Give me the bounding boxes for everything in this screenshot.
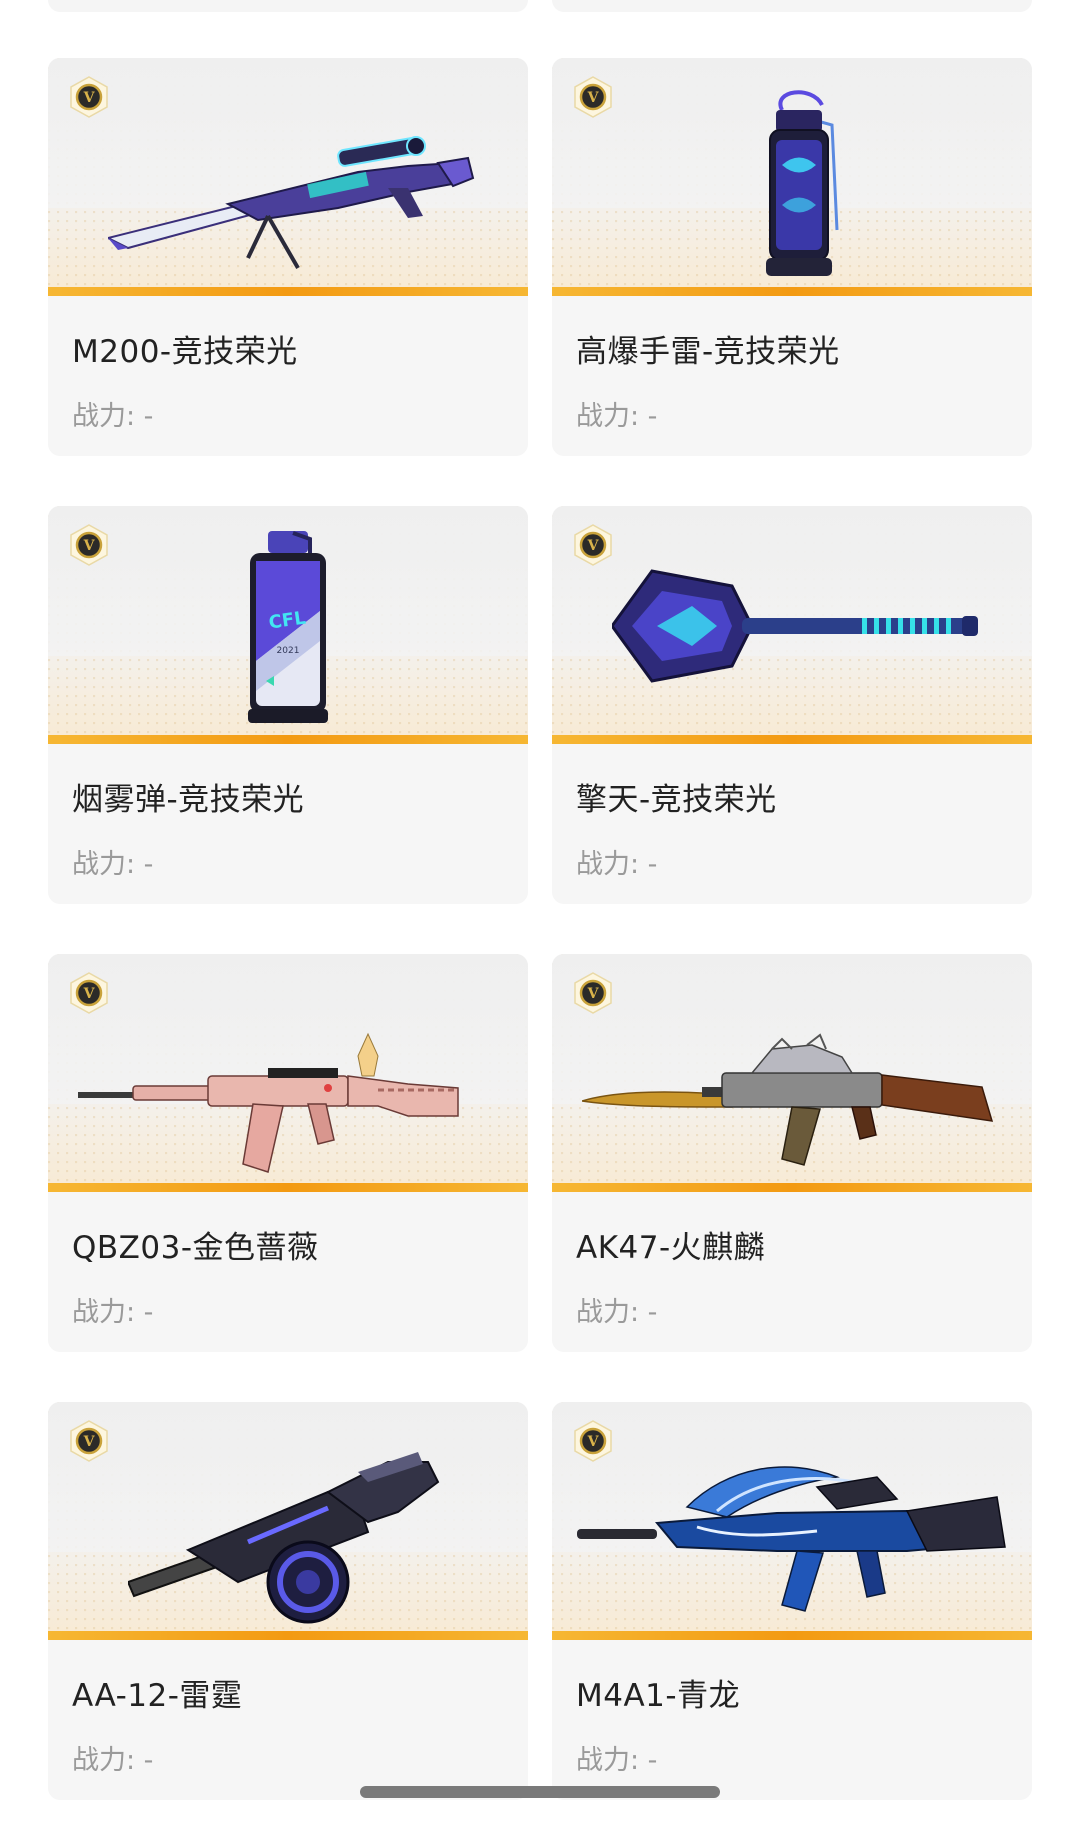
weapon-power: 战力: -	[576, 401, 658, 432]
weapon-image-area: V	[552, 506, 1032, 744]
svg-text:V: V	[587, 986, 600, 1002]
v-rank-badge-icon: V	[574, 76, 612, 118]
rarity-accent-bar	[552, 1631, 1032, 1640]
weapon-image-area: V	[48, 954, 528, 1192]
weapon-power: 战力: -	[576, 1745, 658, 1776]
drum-shotgun-icon	[128, 1452, 440, 1624]
weapon-card[interactable]: V AA-12-雷霆 战力: -	[48, 1402, 528, 1800]
weapon-image-area: V	[552, 1402, 1032, 1640]
weapon-name: QBZ03-金色蔷薇	[72, 1230, 319, 1266]
weapon-name: AA-12-雷霆	[72, 1678, 243, 1714]
weapon-power: 战力: -	[72, 401, 154, 432]
rarity-accent-bar	[552, 1183, 1032, 1192]
weapon-power: 战力: -	[576, 849, 658, 880]
weapon-power: 战力: -	[72, 1297, 154, 1328]
svg-text:V: V	[83, 986, 96, 1002]
v-rank-badge-icon: V	[574, 524, 612, 566]
weapon-name: AK47-火麒麟	[576, 1230, 766, 1266]
svg-text:V: V	[587, 90, 600, 106]
weapon-power: 战力: -	[72, 849, 154, 880]
svg-text:V: V	[587, 1434, 600, 1450]
weapon-image-area: V	[48, 1402, 528, 1640]
cropped-card-top-right	[552, 0, 1032, 12]
svg-text:V: V	[83, 538, 96, 554]
rarity-accent-bar	[552, 735, 1032, 744]
smoke-grenade-icon: CFL 2021	[248, 531, 328, 723]
weapon-image-area: V	[48, 58, 528, 296]
v-rank-badge-icon: V	[574, 1420, 612, 1462]
weapon-name: 烟雾弹-竞技荣光	[72, 782, 305, 818]
home-indicator-bar[interactable]	[360, 1786, 720, 1798]
weapon-name: 高爆手雷-竞技荣光	[576, 334, 840, 370]
weapon-grid: V M200-竞技荣光 战力: - V 高爆手雷-竞技荣光 战力: - V CF…	[48, 58, 1032, 1800]
v-rank-badge-icon: V	[574, 972, 612, 1014]
rarity-accent-bar	[48, 1631, 528, 1640]
svg-text:2021: 2021	[277, 646, 300, 656]
weapon-image-area: V	[552, 954, 1032, 1192]
grenade-icon	[766, 90, 839, 276]
weapon-name: 擎天-竞技荣光	[576, 782, 777, 818]
ak47-golden-icon	[582, 1033, 994, 1166]
weapon-name: M4A1-青龙	[576, 1678, 741, 1714]
v-rank-badge-icon: V	[70, 972, 108, 1014]
assault-rifle-pink-icon	[78, 1032, 459, 1173]
v-rank-badge-icon: V	[70, 1420, 108, 1462]
svg-text:V: V	[587, 538, 600, 554]
weapon-power: 战力: -	[72, 1745, 154, 1776]
v-rank-badge-icon: V	[70, 524, 108, 566]
v-rank-badge-icon: V	[70, 76, 108, 118]
rarity-accent-bar	[48, 287, 528, 296]
cropped-card-top-left	[48, 0, 528, 12]
svg-text:V: V	[83, 90, 96, 106]
sniper-rifle-icon	[108, 136, 475, 269]
weapon-image-area: V CFL 2021	[48, 506, 528, 744]
weapon-name: M200-竞技荣光	[72, 334, 298, 370]
weapon-inventory-page: V M200-竞技荣光 战力: - V 高爆手雷-竞技荣光 战力: - V CF…	[0, 0, 1080, 1822]
rarity-accent-bar	[48, 735, 528, 744]
weapon-card[interactable]: V CFL 2021 烟雾弹-竞技荣光 战力: -	[48, 506, 528, 904]
weapon-card[interactable]: V M4A1-青龙 战力: -	[552, 1402, 1032, 1800]
shovel-melee-icon	[612, 569, 978, 683]
weapon-card[interactable]: V 擎天-竞技荣光 战力: -	[552, 506, 1032, 904]
weapon-card[interactable]: V M200-竞技荣光 战力: -	[48, 58, 528, 456]
weapon-card[interactable]: V AK47-火麒麟 战力: -	[552, 954, 1032, 1352]
weapon-card[interactable]: V 高爆手雷-竞技荣光 战力: -	[552, 58, 1032, 456]
svg-text:V: V	[83, 1434, 96, 1450]
weapon-power: 战力: -	[576, 1297, 658, 1328]
m4a1-dragon-icon	[577, 1466, 1006, 1612]
weapon-image-area: V	[552, 58, 1032, 296]
rarity-accent-bar	[48, 1183, 528, 1192]
weapon-card[interactable]: V QBZ03-金色蔷薇 战力: -	[48, 954, 528, 1352]
